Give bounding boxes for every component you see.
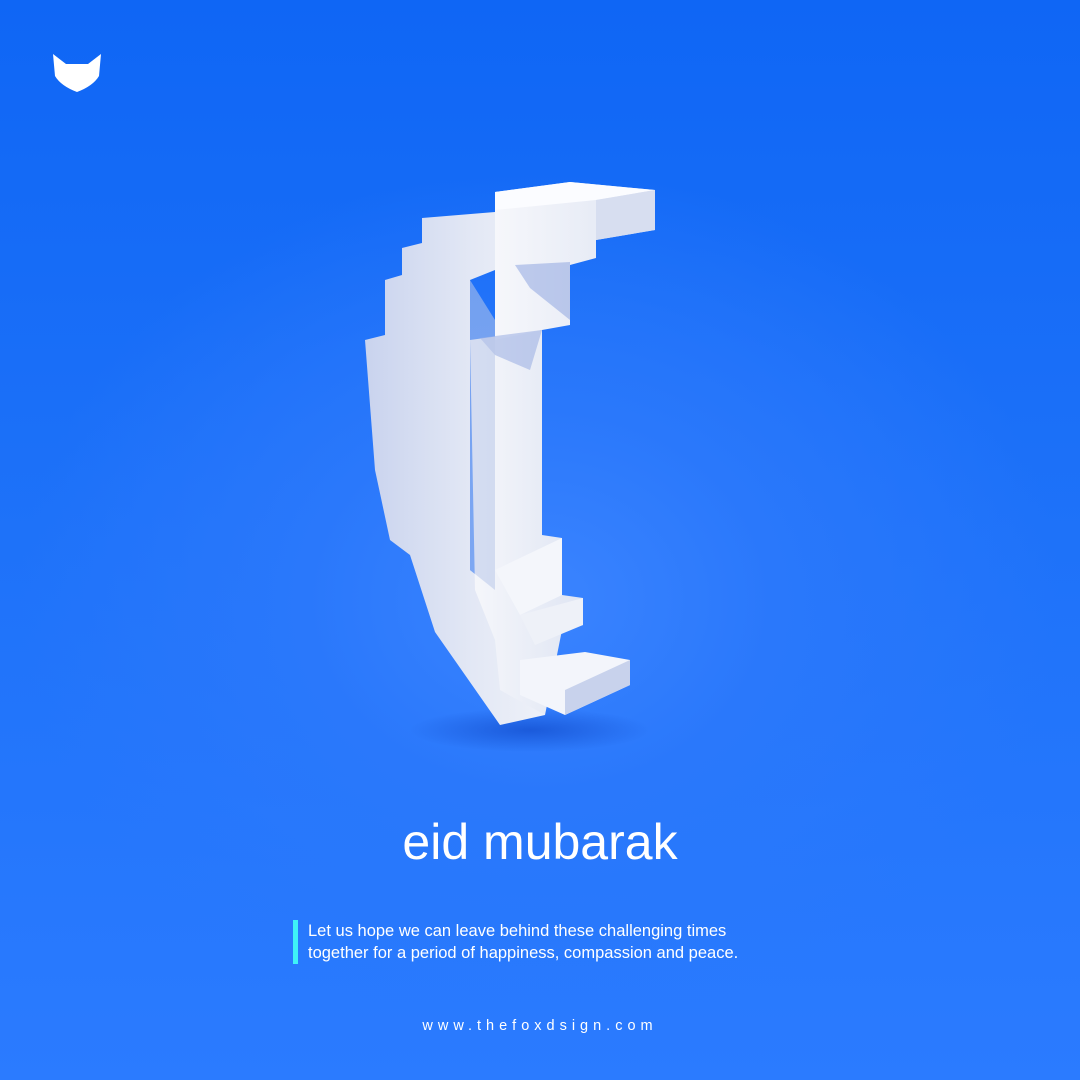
website-url[interactable]: www.thefoxdsign.com	[0, 1018, 1080, 1034]
page-title: eid mubarak	[402, 814, 678, 870]
crescent-moon-icon	[365, 182, 655, 752]
greeting-message: Let us hope we can leave behind these ch…	[293, 920, 738, 964]
greeting-line-1: Let us hope we can leave behind these ch…	[308, 922, 727, 940]
fox-head-icon	[53, 54, 101, 92]
eid-poster: eid mubarak Let us hope we can leave beh…	[0, 0, 1080, 1080]
greeting-line-2: together for a period of happiness, comp…	[308, 944, 739, 962]
